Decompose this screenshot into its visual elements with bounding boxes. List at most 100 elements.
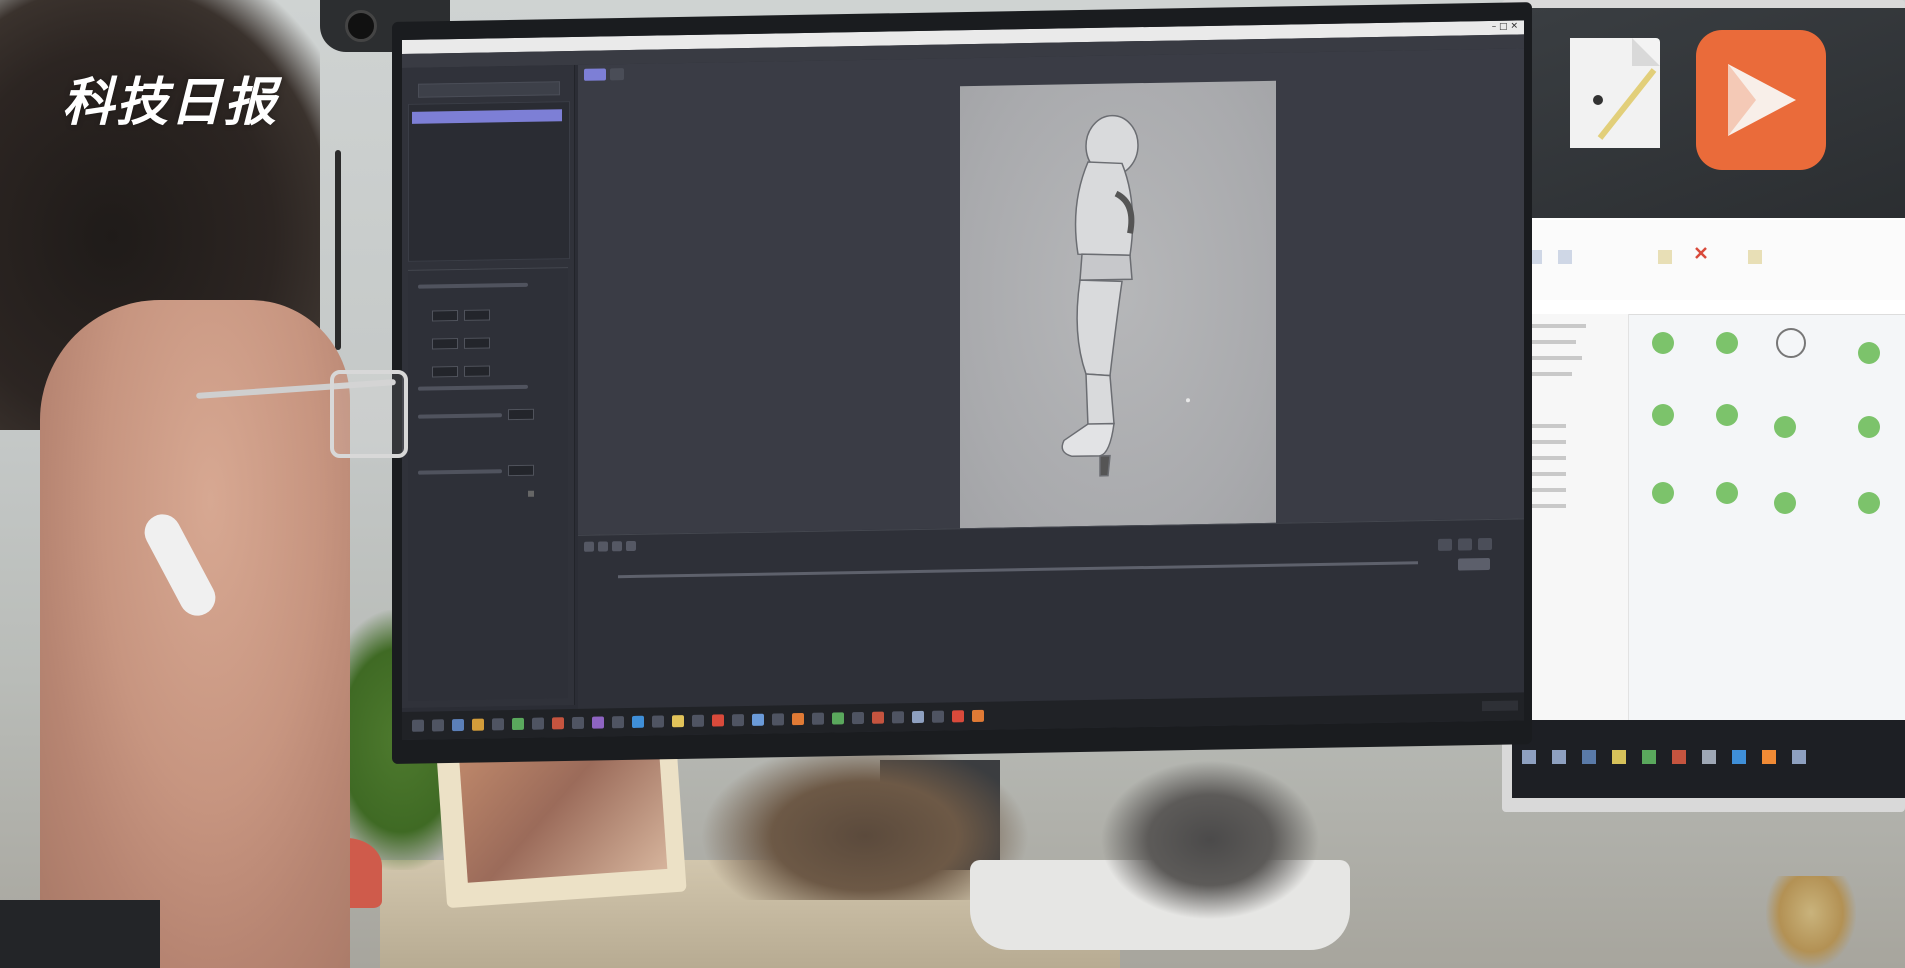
property-field[interactable]	[508, 408, 534, 421]
taskbar-icon[interactable]	[1642, 750, 1656, 764]
file-thumbnail-blocked[interactable]	[1776, 328, 1806, 358]
taskbar-icon[interactable]	[672, 715, 684, 728]
taskbar-icon[interactable]	[632, 715, 644, 728]
taskbar-icon[interactable]	[812, 712, 824, 725]
checkbox[interactable]	[528, 490, 534, 497]
taskbar-icon[interactable]	[692, 714, 704, 727]
taskbar-icon[interactable]	[852, 711, 864, 725]
delete-icon[interactable]	[1694, 246, 1708, 260]
property-slider[interactable]	[418, 413, 502, 419]
nav-item[interactable]	[1526, 356, 1582, 360]
property-field[interactable]	[464, 365, 490, 377]
taskbar-icon[interactable]	[972, 709, 984, 723]
timeline-action-button[interactable]	[1478, 537, 1492, 551]
taskbar-icon[interactable]	[652, 715, 664, 728]
property-slider[interactable]	[418, 384, 528, 391]
taskbar-icon[interactable]	[772, 713, 784, 726]
taskbar-icon[interactable]	[892, 711, 904, 724]
taskbar-icon[interactable]	[1672, 750, 1686, 764]
taskbar-icon[interactable]	[1702, 750, 1716, 764]
system-tray[interactable]	[1482, 700, 1518, 712]
taskbar-icon[interactable]	[752, 713, 764, 726]
taskbar-icon[interactable]	[712, 714, 724, 727]
taskbar-icon[interactable]	[592, 716, 604, 729]
taskbar-icon[interactable]	[1792, 750, 1806, 764]
taskbar-icon[interactable]	[732, 714, 744, 727]
timeline-scrubber[interactable]	[618, 561, 1418, 579]
document-icon[interactable]	[1570, 38, 1660, 148]
close-icon[interactable]: ✕	[1510, 22, 1518, 32]
timeline-action-button[interactable]	[1438, 538, 1452, 551]
file-thumbnail[interactable]	[1652, 482, 1674, 504]
taskbar-icon[interactable]	[1552, 750, 1566, 764]
taskbar-icon[interactable]	[1582, 750, 1596, 764]
file-thumbnail[interactable]	[1652, 404, 1674, 426]
nav-item[interactable]	[1526, 372, 1572, 376]
taskbar-icon[interactable]	[1762, 750, 1776, 764]
loop-button[interactable]	[626, 540, 636, 552]
nav-item[interactable]	[1526, 324, 1586, 328]
timeline-action-button[interactable]	[1458, 538, 1472, 551]
taskbar-icon[interactable]	[1522, 750, 1536, 764]
property-field[interactable]	[432, 366, 458, 378]
taskbar-icon[interactable]	[552, 717, 564, 730]
taskbar-icon[interactable]	[532, 717, 544, 730]
file-thumbnail[interactable]	[1652, 332, 1674, 354]
taskbar-icon[interactable]	[1732, 750, 1746, 764]
render-canvas[interactable]	[960, 80, 1276, 547]
viewport-tab[interactable]	[610, 68, 624, 81]
nav-item[interactable]	[1526, 440, 1566, 444]
property-field[interactable]	[432, 310, 458, 322]
maximize-icon[interactable]: □	[1499, 22, 1508, 32]
taskbar-icon[interactable]	[472, 718, 484, 731]
nav-item[interactable]	[1526, 424, 1566, 428]
taskbar-icon[interactable]	[792, 712, 804, 726]
file-thumbnail[interactable]	[1716, 332, 1738, 354]
taskbar-icon[interactable]	[832, 712, 844, 725]
property-field[interactable]	[432, 338, 458, 350]
file-thumbnail[interactable]	[1716, 404, 1738, 426]
nav-item[interactable]	[1526, 472, 1566, 476]
file-thumbnail[interactable]	[1774, 492, 1796, 514]
explorer-address-bar[interactable]	[1518, 300, 1905, 315]
taskbar-icon[interactable]	[432, 719, 444, 732]
property-field[interactable]	[508, 464, 534, 477]
taskbar-icon[interactable]	[512, 717, 524, 731]
property-field[interactable]	[464, 309, 490, 321]
property-slider[interactable]	[418, 282, 528, 289]
secondary-taskbar	[1512, 720, 1905, 798]
nav-item[interactable]	[1526, 456, 1566, 460]
ribbon-button[interactable]	[1658, 250, 1672, 264]
stop-button[interactable]	[598, 541, 608, 552]
taskbar-icon[interactable]	[492, 718, 504, 731]
property-slider[interactable]	[418, 469, 502, 475]
ribbon-button[interactable]	[1558, 250, 1572, 264]
taskbar-icon[interactable]	[572, 716, 584, 730]
taskbar-icon[interactable]	[952, 710, 964, 723]
file-thumbnail[interactable]	[1858, 342, 1880, 364]
panel-header-button[interactable]	[418, 81, 560, 98]
file-thumbnail[interactable]	[1858, 492, 1880, 514]
file-thumbnail[interactable]	[1858, 416, 1880, 438]
play-button[interactable]	[584, 541, 594, 552]
taskbar-icon[interactable]	[872, 711, 884, 724]
taskbar-icon[interactable]	[912, 710, 924, 724]
video-player-icon[interactable]	[1696, 30, 1826, 170]
taskbar-icon[interactable]	[1612, 750, 1626, 764]
minimize-icon[interactable]: –	[1492, 22, 1497, 32]
file-thumbnail[interactable]	[1774, 416, 1796, 438]
file-thumbnail[interactable]	[1716, 482, 1738, 504]
viewport-tab-active[interactable]	[584, 68, 606, 81]
taskbar-icon[interactable]	[452, 718, 464, 732]
taskbar-icon[interactable]	[412, 719, 424, 732]
nav-item[interactable]	[1526, 340, 1576, 344]
taskbar-icon[interactable]	[612, 716, 624, 729]
step-button[interactable]	[612, 541, 622, 552]
property-field[interactable]	[464, 337, 490, 349]
ribbon-button[interactable]	[1748, 250, 1762, 264]
small-toy	[1766, 876, 1856, 968]
nav-item[interactable]	[1526, 504, 1566, 508]
taskbar-icon[interactable]	[932, 710, 944, 723]
apply-button[interactable]	[1458, 558, 1490, 571]
nav-item[interactable]	[1526, 488, 1566, 492]
